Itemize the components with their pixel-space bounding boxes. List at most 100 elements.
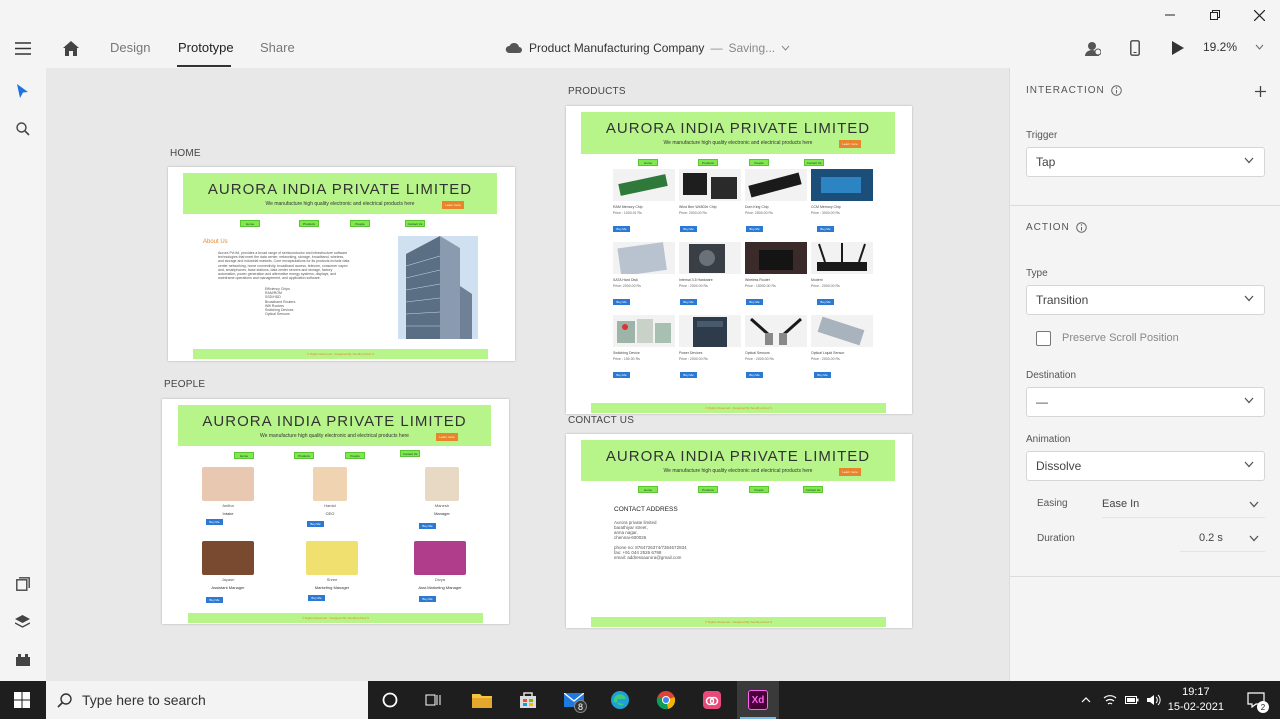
interaction-section-title: INTERACTION [1026,85,1122,96]
product-price: Price : 2000.00 Rs [811,357,840,361]
layers-icon[interactable] [15,615,30,628]
about-text: Aurora Pvt ltd. provides a broad range o… [218,251,350,281]
creative-cloud-icon[interactable] [693,681,731,719]
add-interaction-icon[interactable] [1255,84,1266,102]
product-name: Wind Bmr W4502e Chip [679,205,717,209]
artboard-products[interactable]: AURORA INDIA PRIVATE LIMITED We manufact… [566,106,912,414]
section-divider [1010,576,1280,577]
restore-button[interactable] [1192,0,1238,30]
adobe-xd-icon[interactable]: Xd [737,681,779,719]
artboard-people[interactable]: AURORA INDIA PRIVATE LIMITED We manufact… [162,399,509,624]
person-avatar [425,467,459,501]
windows-start-icon[interactable] [3,681,41,719]
cortana-icon[interactable] [371,681,409,719]
people-nav-people: People [345,452,365,459]
close-icon [1253,9,1265,21]
person-avatar [202,467,254,501]
play-icon[interactable] [1172,41,1184,55]
artboard-home[interactable]: AURORA INDIA PRIVATE LIMITED We manufact… [168,167,515,361]
type-select[interactable]: Transition [1026,285,1265,315]
hamburger-menu-icon[interactable] [15,42,31,55]
duration-label: Duration [1037,533,1075,544]
destination-value: — [1036,395,1048,409]
product-buy-button: Buy Me [680,226,697,232]
device-preview-icon[interactable] [1130,40,1140,56]
artboard-label-contact[interactable]: CONTACT US [568,415,634,426]
info-icon[interactable] [1075,222,1087,233]
file-explorer-icon[interactable] [463,681,501,719]
people-footer: © Rights Reserved , Designed By Sandhya … [188,613,483,623]
notification-center-icon[interactable]: 2 [1237,681,1275,719]
contact-nav-contact: Contact Us [803,486,823,493]
assets-icon[interactable] [16,577,30,591]
contact-line: email: addressaurora@gmail.com [614,555,682,560]
people-nav-contact: Contact Us [400,450,420,457]
contact-nav-home: Home [638,486,658,493]
home-icon[interactable] [63,41,79,56]
contact-footer: © Rights Reserved , Designed By Sandhya … [591,617,886,627]
person-card: Shree Marketing Manager [302,541,362,590]
chrome-icon[interactable] [647,681,685,719]
product-price: Price : 3000.00 Rs [811,211,840,215]
artboard-label-products[interactable]: PRODUCTS [568,86,626,97]
close-button[interactable] [1236,0,1280,30]
trigger-label: Trigger [1026,130,1058,141]
person-avatar [202,541,254,575]
minimize-button[interactable] [1147,0,1193,30]
task-view-icon[interactable] [415,681,453,719]
product-image [679,315,741,347]
taskbar-search[interactable]: Type here to search [46,681,368,719]
tab-prototype[interactable]: Prototype [178,40,234,55]
tab-design[interactable]: Design [110,40,150,55]
product-image [679,169,741,201]
design-canvas[interactable]: HOME AURORA INDIA PRIVATE LIMITED We man… [46,68,1009,681]
battery-icon[interactable] [1121,681,1143,719]
contact-nav-products: Products [698,486,718,493]
easing-select[interactable]: Ease In [1102,490,1265,518]
windows-taskbar: Type here to search 8 Xd 19:17 15-02-202… [0,681,1280,719]
store-icon[interactable] [509,681,547,719]
zoom-tool-icon[interactable] [16,122,30,136]
person-buy-button: Buy Me [308,595,325,601]
person-buy-button: Buy Me [419,596,436,602]
contact-heading: CONTACT ADDRESS [614,506,678,513]
clock-time: 19:17 [1182,686,1210,698]
products-nav-people: People [749,159,769,166]
system-clock[interactable]: 19:17 15-02-2021 [1168,685,1224,715]
preserve-scroll-checkbox[interactable] [1036,331,1051,346]
product-name: RAM Memory Chip [613,205,643,209]
person-name: Divya [434,577,445,582]
product-price: Price : 2000.00 Rs [745,357,774,361]
volume-icon[interactable] [1143,681,1165,719]
product-image [745,315,807,347]
product-name: Optical Liquid Sensor [811,351,845,355]
artboard-label-home[interactable]: HOME [170,148,201,159]
destination-select[interactable]: — [1026,387,1265,417]
share-user-icon[interactable] [1085,41,1101,56]
person-role: Intake [222,511,234,516]
info-icon[interactable] [1110,85,1122,96]
person-card: Divya Asst.Marketing Manager [410,541,470,590]
trigger-select[interactable]: Tap [1026,147,1265,177]
plugins-icon[interactable] [16,654,30,666]
person-card: Jayasri Assistant Manager [198,541,258,590]
product-price: Price: 2000.00 Rs [613,284,641,288]
edge-icon[interactable] [601,681,639,719]
artboard-label-people[interactable]: PEOPLE [164,379,205,390]
wifi-icon[interactable] [1099,681,1121,719]
chevron-up-icon[interactable] [1075,681,1097,719]
about-title: About Us [203,239,228,245]
artboard-contact[interactable]: AURORA INDIA PRIVATE LIMITED We manufact… [566,434,912,628]
document-title[interactable]: Product Manufacturing Company — Saving..… [529,41,790,55]
zoom-control[interactable]: 19.2% [1203,40,1264,54]
product-image [745,169,807,201]
person-role: Manager [434,511,450,516]
person-name: Jayasri [221,577,235,582]
product-buy-button: Buy Me [746,372,763,378]
tab-share[interactable]: Share [260,40,295,55]
mail-icon[interactable]: 8 [555,681,593,719]
select-tool-icon[interactable] [17,84,28,99]
duration-select[interactable]: 0.2 s [1180,524,1265,552]
animation-select[interactable]: Dissolve [1026,451,1265,481]
person-buy-button: Buy Me [419,523,436,529]
